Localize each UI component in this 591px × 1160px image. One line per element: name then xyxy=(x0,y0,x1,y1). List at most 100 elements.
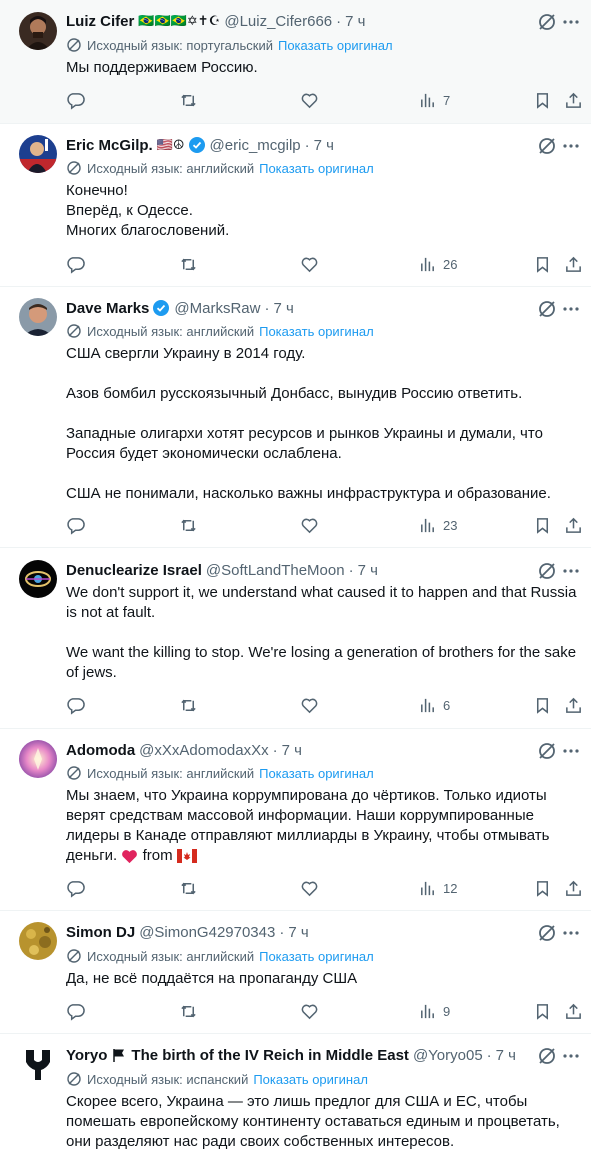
more-icon[interactable] xyxy=(561,299,581,319)
like-button[interactable] xyxy=(300,1001,319,1021)
grok-icon[interactable] xyxy=(537,561,557,581)
views-button[interactable]: 7 xyxy=(418,90,450,110)
timestamp[interactable]: 7 ч xyxy=(273,300,293,317)
display-name[interactable]: Simon DJ xyxy=(66,924,135,941)
reply-button[interactable] xyxy=(66,90,85,110)
reply-button[interactable] xyxy=(66,1001,85,1021)
tweet-denuclearize-israel[interactable]: Denuclearize Israel @SoftLandTheMoon · 7… xyxy=(0,548,591,729)
tweet-adomoda[interactable]: Adomoda @xXxAdomodaxXx · 7 ч Исходный яз… xyxy=(0,729,591,911)
timestamp[interactable]: 7 ч xyxy=(288,924,308,941)
display-name[interactable]: Denuclearize Israel xyxy=(66,562,202,579)
reply-button[interactable] xyxy=(66,695,85,715)
avatar[interactable] xyxy=(19,298,57,336)
bookmark-button[interactable] xyxy=(533,878,552,898)
share-button[interactable] xyxy=(564,515,583,535)
grok-icon[interactable] xyxy=(537,1046,557,1066)
grok-icon[interactable] xyxy=(537,923,557,943)
views-count: 26 xyxy=(443,256,458,272)
views-button[interactable]: 23 xyxy=(418,515,457,535)
tweet-luiz-cifer[interactable]: Luiz Cifer 🇧🇷🇧🇷🇧🇷✡✝☪ @Luiz_Cifer666 · 7 … xyxy=(0,0,591,124)
show-original-link[interactable]: Показать оригинал xyxy=(253,1072,368,1087)
views-button[interactable]: 9 xyxy=(418,1001,450,1021)
more-icon[interactable] xyxy=(561,923,581,943)
share-button[interactable] xyxy=(564,878,583,898)
avatar[interactable] xyxy=(19,740,57,778)
timestamp[interactable]: 7 ч xyxy=(314,137,334,154)
user-handle[interactable]: @SoftLandTheMoon xyxy=(206,562,345,579)
tweet-dave-marks[interactable]: Dave Marks @MarksRaw · 7 ч Исходный язык… xyxy=(0,287,591,548)
share-button[interactable] xyxy=(564,1001,583,1021)
like-button[interactable] xyxy=(300,515,319,535)
user-handle[interactable]: @eric_mcgilp xyxy=(210,137,301,154)
user-handle[interactable]: @SimonG42970343 xyxy=(139,924,275,941)
like-button[interactable] xyxy=(300,90,319,110)
retweet-button[interactable] xyxy=(179,515,198,535)
tweet-simon-dj[interactable]: Simon DJ @SimonG42970343 · 7 ч Исходный … xyxy=(0,911,591,1034)
like-button[interactable] xyxy=(300,878,319,898)
more-icon[interactable] xyxy=(561,741,581,761)
avatar[interactable] xyxy=(19,1046,57,1084)
like-button[interactable] xyxy=(300,254,319,274)
retweet-button[interactable] xyxy=(179,878,198,898)
retweet-button[interactable] xyxy=(179,90,198,110)
views-button[interactable]: 26 xyxy=(418,254,457,274)
share-icon xyxy=(566,92,581,108)
show-original-link[interactable]: Показать оригинал xyxy=(259,949,374,964)
grok-icon[interactable] xyxy=(537,741,557,761)
bookmark-button[interactable] xyxy=(533,254,552,274)
display-name[interactable]: Adomoda xyxy=(66,742,135,759)
display-name[interactable]: Eric McGilp. xyxy=(66,137,153,154)
retweet-button[interactable] xyxy=(179,1001,198,1021)
user-handle[interactable]: @Yoryo05 xyxy=(413,1047,483,1064)
bookmark-button[interactable] xyxy=(533,695,552,715)
display-name-suffix[interactable]: The birth of the IV Reich in Middle East xyxy=(131,1047,409,1064)
avatar[interactable] xyxy=(19,135,57,173)
more-icon[interactable] xyxy=(561,561,581,581)
show-original-link[interactable]: Показать оригинал xyxy=(278,38,393,53)
show-original-link[interactable]: Показать оригинал xyxy=(259,766,374,781)
share-button[interactable] xyxy=(564,90,583,110)
views-button[interactable]: 12 xyxy=(418,878,457,898)
views-count: 9 xyxy=(443,1003,451,1019)
avatar[interactable] xyxy=(19,560,57,598)
user-handle[interactable]: @Luiz_Cifer666 xyxy=(224,13,332,30)
verified-badge-icon xyxy=(153,300,170,316)
show-original-link[interactable]: Показать оригинал xyxy=(259,324,374,339)
like-button[interactable] xyxy=(300,695,319,715)
grok-icon[interactable] xyxy=(537,299,557,319)
display-name[interactable]: Yoryo xyxy=(66,1047,107,1064)
bookmark-button[interactable] xyxy=(533,515,552,535)
user-handle[interactable]: @xXxAdomodaxXx xyxy=(139,742,268,759)
display-name[interactable]: Luiz Cifer xyxy=(66,13,134,30)
grok-icon[interactable] xyxy=(537,12,557,32)
bookmark-button[interactable] xyxy=(533,90,552,110)
user-handle[interactable]: @MarksRaw xyxy=(174,300,260,317)
views-button[interactable]: 6 xyxy=(418,695,450,715)
reply-button[interactable] xyxy=(66,515,85,535)
tweet-yoryo[interactable]: Yoryo The birth of the IV Reich in Middl… xyxy=(0,1034,591,1160)
more-icon[interactable] xyxy=(561,1046,581,1066)
black-flag-icon xyxy=(113,1049,125,1062)
retweet-button[interactable] xyxy=(179,254,198,274)
more-icon[interactable] xyxy=(561,12,581,32)
timestamp[interactable]: 7 ч xyxy=(282,742,302,759)
reply-button[interactable] xyxy=(66,254,85,274)
timestamp[interactable]: 7 ч xyxy=(496,1047,516,1064)
bookmark-button[interactable] xyxy=(533,1001,552,1021)
timestamp[interactable]: 7 ч xyxy=(345,13,365,30)
show-original-link[interactable]: Показать оригинал xyxy=(259,161,374,176)
grok-icon[interactable] xyxy=(537,136,557,156)
reply-button[interactable] xyxy=(66,878,85,898)
timestamp[interactable]: 7 ч xyxy=(358,562,378,579)
tweet-text: Мы знаем, что Украина коррумпирована до … xyxy=(66,786,577,866)
tweet-eric-mcgilp[interactable]: Eric McGilp. 🇺🇸☮ @eric_mcgilp · 7 ч Исхо… xyxy=(0,124,591,287)
tweet-text: We don't support it, we understand what … xyxy=(66,583,577,683)
avatar[interactable] xyxy=(19,922,57,960)
retweet-icon xyxy=(181,94,196,106)
display-name[interactable]: Dave Marks xyxy=(66,300,149,317)
retweet-button[interactable] xyxy=(179,695,198,715)
more-icon[interactable] xyxy=(561,136,581,156)
avatar[interactable] xyxy=(19,12,57,50)
share-button[interactable] xyxy=(564,254,583,274)
share-button[interactable] xyxy=(564,695,583,715)
